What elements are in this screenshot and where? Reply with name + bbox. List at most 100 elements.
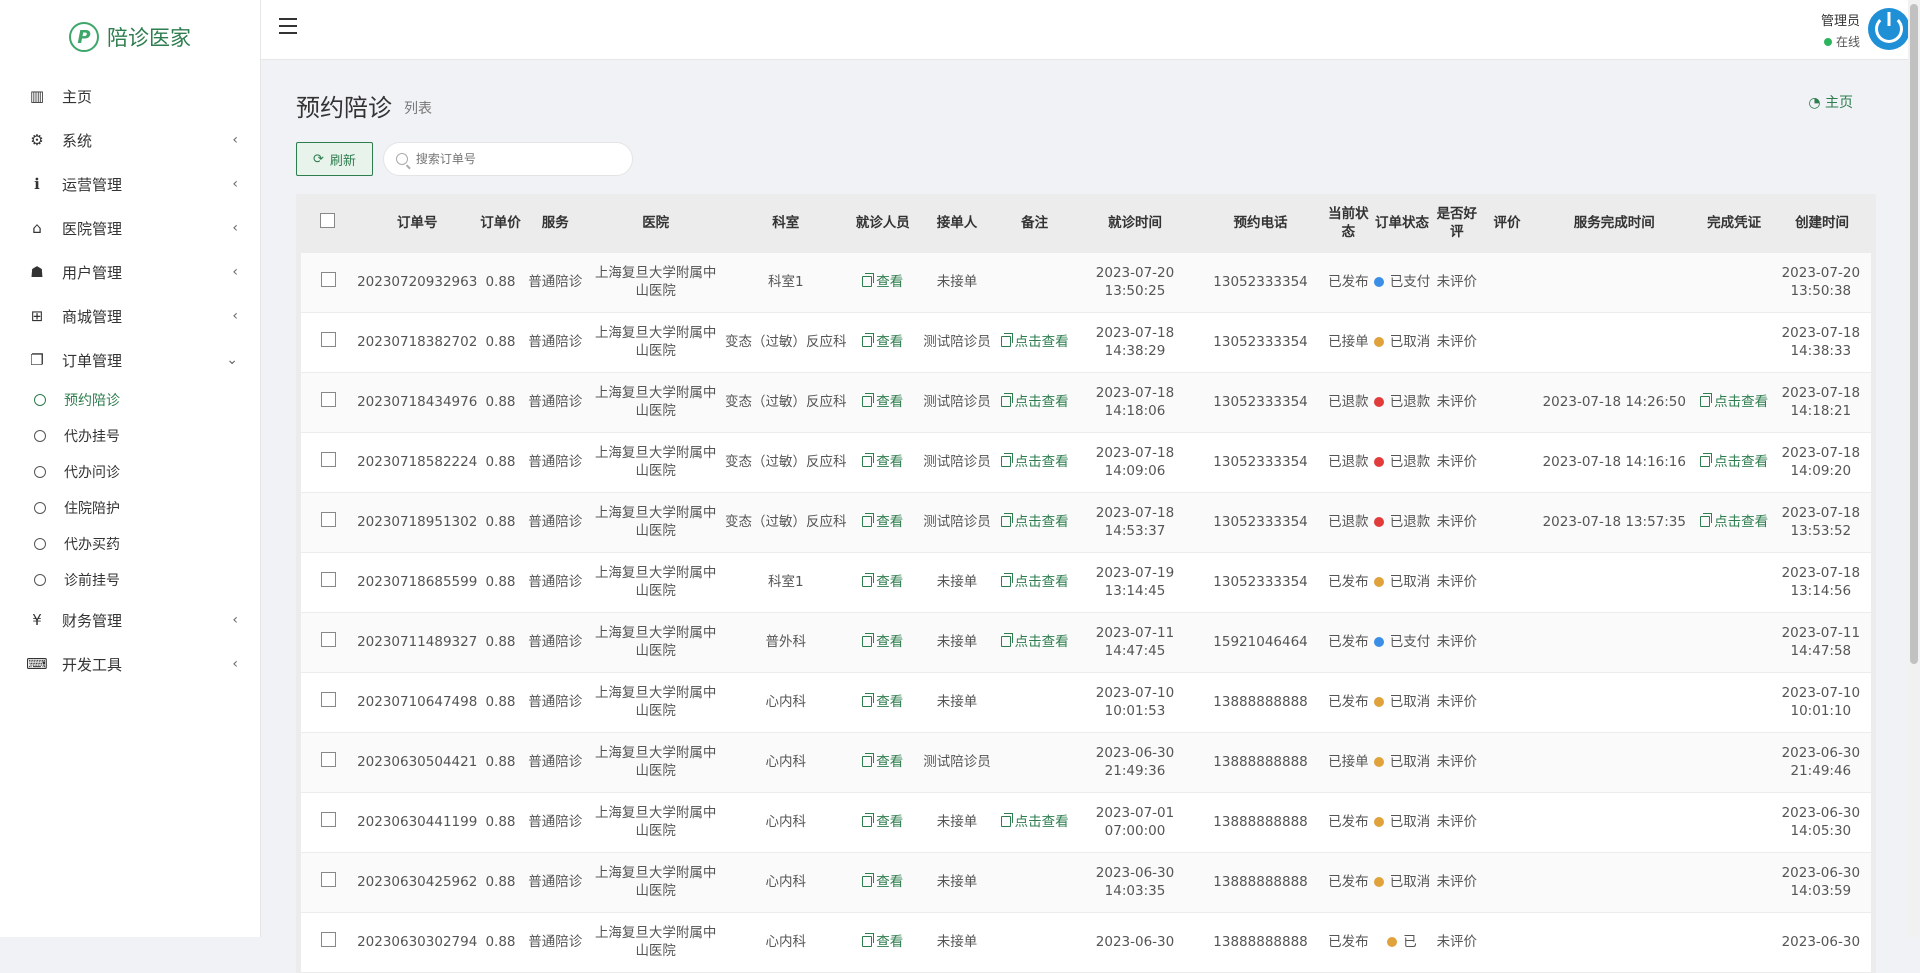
column-header[interactable]: 订单价 <box>479 194 522 252</box>
view-patient-link[interactable]: 查看 <box>862 334 903 350</box>
row-checkbox[interactable] <box>321 872 336 887</box>
submenu-item[interactable]: 代办买药 <box>0 526 260 562</box>
breadcrumb-home[interactable]: ◔ 主页 <box>1808 92 1853 112</box>
column-header[interactable]: 订单状态 <box>1374 194 1431 252</box>
scrollbar-thumb[interactable] <box>1910 4 1918 664</box>
view-patient-link[interactable]: 查看 <box>862 934 903 950</box>
view-patient-link[interactable]: 查看 <box>862 634 903 650</box>
row-checkbox[interactable] <box>321 752 336 767</box>
view-note-link[interactable]: 点击查看 <box>1001 394 1069 410</box>
view-patient-link[interactable]: 查看 <box>862 274 903 290</box>
table-row[interactable]: 202306304411990.88普通陪诊上海复旦大学附属中山医院心内科查看未… <box>299 792 1874 852</box>
order-status-label: 已取消 <box>1390 574 1431 590</box>
view-patient-link[interactable]: 查看 <box>862 694 903 710</box>
view-note-link-label: 点击查看 <box>1015 574 1069 590</box>
column-header[interactable]: 接单人 <box>917 194 997 252</box>
view-note-link[interactable]: 点击查看 <box>1001 574 1069 590</box>
select-all-checkbox[interactable] <box>320 213 335 228</box>
column-header[interactable]: 医院 <box>588 194 723 252</box>
refresh-button[interactable]: ⟳刷新 <box>296 142 373 176</box>
copy-icon <box>1700 396 1710 407</box>
search-box[interactable] <box>383 142 633 176</box>
row-checkbox[interactable] <box>321 932 336 947</box>
table-cell <box>1483 312 1531 372</box>
column-header[interactable]: 预约电话 <box>1198 194 1324 252</box>
status-dot-icon <box>1374 757 1384 767</box>
submenu-item[interactable]: 预约陪诊 <box>0 382 260 418</box>
sidebar-item-menu4[interactable]: ☗用户管理‹ <box>0 250 260 294</box>
row-checkbox[interactable] <box>321 812 336 827</box>
column-header[interactable]: 服务 <box>522 194 588 252</box>
view-patient-link[interactable]: 查看 <box>862 754 903 770</box>
view-proof-link[interactable]: 点击查看 <box>1700 454 1768 470</box>
submenu-item[interactable]: 住院陪护 <box>0 490 260 526</box>
sidebar-item-menu0[interactable]: ▥主页 <box>0 74 260 118</box>
sidebar-item-menu1[interactable]: ⚙系统‹ <box>0 118 260 162</box>
submenu-item[interactable]: 诊前挂号 <box>0 562 260 598</box>
column-header[interactable]: 科室 <box>723 194 849 252</box>
table-row[interactable]: 202307184349760.88普通陪诊上海复旦大学附属中山医院变态（过敏）… <box>299 372 1874 432</box>
sidebar-item-menu2[interactable]: ℹ运营管理‹ <box>0 162 260 206</box>
view-patient-link[interactable]: 查看 <box>862 454 903 470</box>
table-row[interactable]: 202307106474980.88普通陪诊上海复旦大学附属中山医院心内科查看未… <box>299 672 1874 732</box>
status-dot-icon <box>1374 697 1384 707</box>
column-header[interactable]: 就诊人员 <box>849 194 917 252</box>
column-header[interactable]: 完成凭证 <box>1698 194 1771 252</box>
view-note-link[interactable]: 点击查看 <box>1001 634 1069 650</box>
gear-icon: ⚙ <box>28 131 46 149</box>
row-checkbox[interactable] <box>321 512 336 527</box>
row-checkbox[interactable] <box>321 332 336 347</box>
row-checkbox[interactable] <box>321 452 336 467</box>
view-patient-link-label: 查看 <box>876 394 903 410</box>
sidebar-item-menu6[interactable]: ❐订单管理⌄ <box>0 338 260 382</box>
table-row[interactable]: 202306303027940.88普通陪诊上海复旦大学附属中山医院心内科查看未… <box>299 912 1874 972</box>
table-row[interactable]: 202307186855990.88普通陪诊上海复旦大学附属中山医院科室1查看未… <box>299 552 1874 612</box>
table-row[interactable]: 202307189513020.88普通陪诊上海复旦大学附属中山医院变态（过敏）… <box>299 492 1874 552</box>
view-patient-link[interactable]: 查看 <box>862 874 903 890</box>
user-info[interactable]: 管理员 在线 <box>1821 10 1860 50</box>
view-note-link[interactable]: 点击查看 <box>1001 454 1069 470</box>
row-checkbox[interactable] <box>321 572 336 587</box>
column-header[interactable]: 当前状态 <box>1323 194 1373 252</box>
column-header[interactable]: 评价 <box>1483 194 1531 252</box>
submenu-item[interactable]: 代办问诊 <box>0 454 260 490</box>
table-row[interactable]: 202307209329630.88普通陪诊上海复旦大学附属中山医院科室1查看未… <box>299 252 1874 312</box>
brand[interactable]: P 陪诊医家 <box>0 0 260 74</box>
view-patient-link[interactable]: 查看 <box>862 394 903 410</box>
view-proof-link[interactable]: 点击查看 <box>1700 514 1768 530</box>
row-checkbox[interactable] <box>321 632 336 647</box>
column-header[interactable]: 订单号 <box>356 194 479 252</box>
sidebar-item-menu_bottom0[interactable]: ¥财务管理‹ <box>0 598 260 642</box>
view-patient-link[interactable]: 查看 <box>862 514 903 530</box>
row-checkbox[interactable] <box>321 272 336 287</box>
column-header[interactable]: 备注 <box>997 194 1072 252</box>
view-patient-link[interactable]: 查看 <box>862 574 903 590</box>
table-row[interactable]: 202307185822240.88普通陪诊上海复旦大学附属中山医院变态（过敏）… <box>299 432 1874 492</box>
view-proof-link[interactable]: 点击查看 <box>1700 394 1768 410</box>
table-cell: 点击查看 <box>997 372 1072 432</box>
row-checkbox[interactable] <box>321 392 336 407</box>
view-patient-link[interactable]: 查看 <box>862 814 903 830</box>
sidebar-item-menu5[interactable]: ⊞商城管理‹ <box>0 294 260 338</box>
sidebar-item-menu3[interactable]: ⌂医院管理‹ <box>0 206 260 250</box>
avatar[interactable] <box>1868 8 1910 50</box>
table-row[interactable]: 202306304259620.88普通陪诊上海复旦大学附属中山医院心内科查看未… <box>299 852 1874 912</box>
view-note-link[interactable]: 点击查看 <box>1001 334 1069 350</box>
column-header[interactable]: 创建时间 <box>1771 194 1874 252</box>
column-header[interactable]: 就诊时间 <box>1072 194 1198 252</box>
service: 普通陪诊 <box>528 694 582 710</box>
view-note-link[interactable]: 点击查看 <box>1001 814 1069 830</box>
search-input[interactable] <box>416 152 606 166</box>
column-header[interactable]: 是否好评 <box>1431 194 1484 252</box>
table-row[interactable]: 202307114893270.88普通陪诊上海复旦大学附属中山医院普外科查看未… <box>299 612 1874 672</box>
visit-time: 2023-07-18 14:18:06 <box>1096 385 1174 419</box>
row-checkbox[interactable] <box>321 692 336 707</box>
view-note-link[interactable]: 点击查看 <box>1001 514 1069 530</box>
submenu-item[interactable]: 代办挂号 <box>0 418 260 454</box>
sidebar-item-menu_bottom1[interactable]: ⌨开发工具‹ <box>0 642 260 686</box>
table-row[interactable]: 202307183827020.88普通陪诊上海复旦大学附属中山医院变态（过敏）… <box>299 312 1874 372</box>
scrollbar[interactable] <box>1908 0 1920 937</box>
column-header[interactable]: 服务完成时间 <box>1531 194 1698 252</box>
table-row[interactable]: 202306305044210.88普通陪诊上海复旦大学附属中山医院心内科查看测… <box>299 732 1874 792</box>
hamburger-icon[interactable] <box>279 18 297 34</box>
